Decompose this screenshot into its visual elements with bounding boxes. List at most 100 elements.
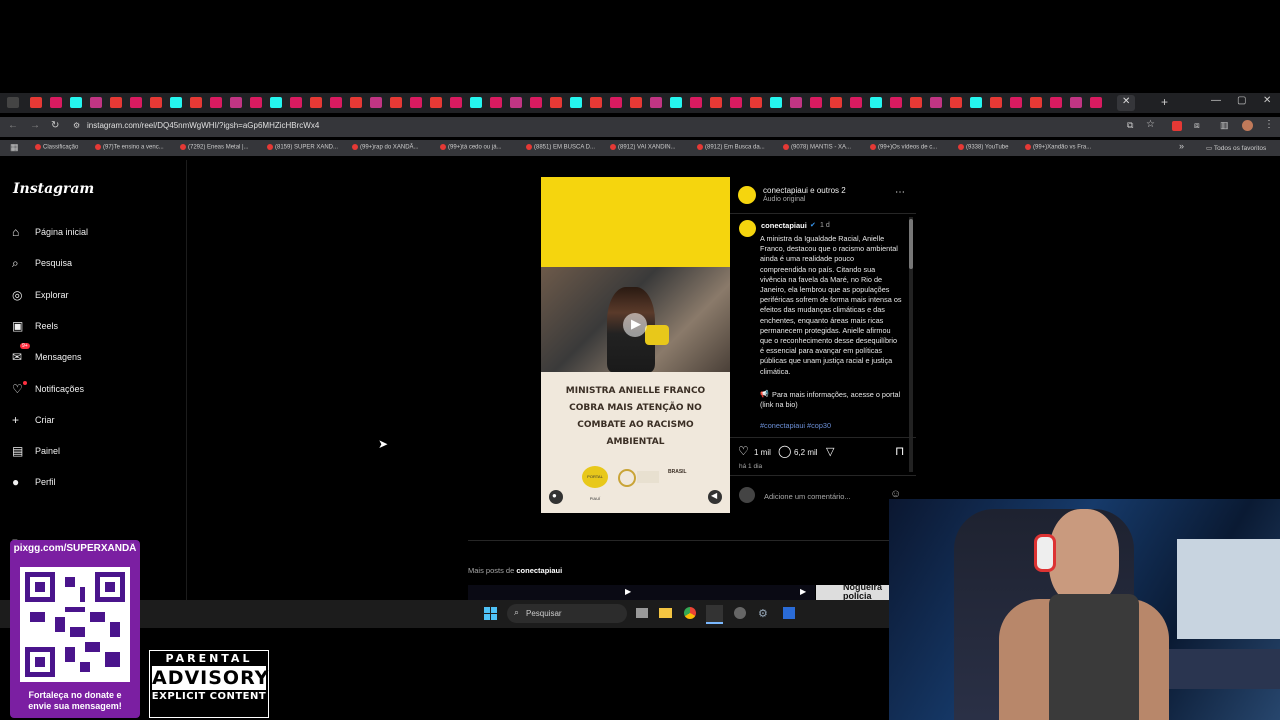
sidebar-item-6[interactable]: ♡ Notificações — [12, 379, 84, 399]
more-posts-user[interactable]: conectapiaui — [516, 566, 562, 575]
sidebar-item-9[interactable]: ● Perfil — [12, 472, 56, 492]
sidebar-item-7[interactable]: + Criar — [12, 410, 55, 430]
tab-21[interactable] — [430, 97, 442, 108]
sidepanel-icon[interactable]: ▥ — [1220, 120, 1229, 131]
bookmark-11[interactable]: (99+)Os vídeos de c... — [870, 144, 937, 151]
tab-8[interactable] — [170, 97, 182, 108]
maximize-icon[interactable]: ▢ — [1237, 95, 1246, 106]
sidebar-item-8[interactable]: ▤ Painel — [12, 441, 60, 461]
url-field[interactable]: instagram.com/reel/DQ45nmWgWHI/?igsh=aGp… — [87, 121, 319, 130]
site-info-icon[interactable]: ⚙ — [73, 121, 80, 130]
settings-gear-icon[interactable]: ⚙ — [758, 607, 768, 620]
tab-12[interactable] — [250, 97, 262, 108]
tab-18[interactable] — [370, 97, 382, 108]
tab-50[interactable] — [1010, 97, 1022, 108]
tab-30[interactable] — [610, 97, 622, 108]
tab-48[interactable] — [970, 97, 982, 108]
tab-7[interactable] — [150, 97, 162, 108]
tab-2[interactable] — [50, 97, 62, 108]
caption-avatar[interactable] — [739, 220, 756, 237]
tab-29[interactable] — [590, 97, 602, 108]
mute-button[interactable]: ◀ — [708, 490, 722, 504]
tab-31[interactable] — [630, 97, 642, 108]
close-tab-icon[interactable]: ✕ — [1122, 96, 1130, 107]
tab-16[interactable] — [330, 97, 342, 108]
tab-36[interactable] — [730, 97, 742, 108]
bookmark-2[interactable]: (97)Te ensino a venc... — [95, 144, 164, 151]
caption-username[interactable]: conectapiaui — [761, 221, 807, 230]
bookmark-8[interactable]: (8912) VAI XANDIN... — [610, 144, 676, 151]
tab-17[interactable] — [350, 97, 362, 108]
tab-44[interactable] — [890, 97, 902, 108]
instagram-logo[interactable]: Instagram — [13, 181, 94, 197]
tab-51[interactable] — [1030, 97, 1042, 108]
minimize-icon[interactable]: — — [1211, 95, 1221, 106]
comment-icon[interactable]: ◯ — [778, 444, 791, 458]
header-audio[interactable]: Áudio original — [763, 196, 805, 203]
sidebar-item-5[interactable]: ✉ Mensagens 9+ — [12, 343, 82, 367]
tab-49[interactable] — [990, 97, 1002, 108]
more-bookmarks-icon[interactable]: » — [1179, 141, 1184, 151]
taskbar-search[interactable]: ⌕ Pesquisar — [507, 604, 627, 623]
sidebar-item-2[interactable]: ⌕ Pesquisa — [12, 253, 72, 273]
more-options-icon[interactable]: ⋯ — [895, 187, 905, 198]
bookmark-9[interactable]: (8912) Em Busca da... — [697, 144, 765, 151]
tab-1[interactable] — [30, 97, 42, 108]
apps-grid-icon[interactable]: ▦ — [10, 142, 19, 153]
app-icon-3[interactable] — [783, 607, 795, 619]
tab-43[interactable] — [870, 97, 882, 108]
comment-input[interactable]: Adicione um comentário... — [764, 492, 851, 501]
tab-11[interactable] — [230, 97, 242, 108]
new-tab-icon[interactable]: + — [1161, 95, 1168, 109]
tab-41[interactable] — [830, 97, 842, 108]
all-bookmarks-folder[interactable]: ▭ Todos os favoritos — [1206, 144, 1266, 152]
tab-45[interactable] — [910, 97, 922, 108]
tab-53[interactable] — [1070, 97, 1082, 108]
tab-15[interactable] — [310, 97, 322, 108]
share-icon[interactable]: ▽ — [826, 445, 834, 458]
windows-start-icon[interactable] — [484, 607, 497, 620]
tab-47[interactable] — [950, 97, 962, 108]
tab-27[interactable] — [550, 97, 562, 108]
bookmark-5[interactable]: (99+)rap do XANDÃ... — [352, 144, 419, 151]
bookmark-star-icon[interactable]: ☆ — [1146, 119, 1155, 130]
tab-52[interactable] — [1050, 97, 1062, 108]
tab-23[interactable] — [470, 97, 482, 108]
tab-14[interactable] — [290, 97, 302, 108]
tab-32[interactable] — [650, 97, 662, 108]
play-button[interactable]: ▶ — [623, 313, 647, 337]
tab-active[interactable]: ✕ — [1117, 95, 1135, 111]
reel-media[interactable]: ▶ MINISTRA ANIELLE FRANCO COBRA MAIS ATE… — [541, 177, 730, 513]
bookmark-4[interactable]: (8159) SUPER XAND... — [267, 144, 338, 151]
tab-54[interactable] — [1090, 97, 1102, 108]
more-post-thumb-2[interactable]: Nogueira policia — [816, 585, 889, 600]
app-icon-2[interactable] — [734, 607, 746, 619]
more-post-thumb-1[interactable]: ▶ ▶ — [468, 585, 815, 600]
bookmark-7[interactable]: (8851) EM BUSCA D... — [526, 144, 595, 151]
tab-3[interactable] — [70, 97, 82, 108]
file-explorer-icon[interactable] — [659, 608, 672, 618]
sidebar-item-3[interactable]: ◎ Explorar — [12, 285, 69, 305]
tab-20[interactable] — [410, 97, 422, 108]
tab-4[interactable] — [90, 97, 102, 108]
tab-13[interactable] — [270, 97, 282, 108]
save-bookmark-icon[interactable]: ⊓ — [895, 444, 904, 458]
sidebar-item-1[interactable]: ⌂ Página inicial — [12, 222, 88, 242]
tab-9[interactable] — [190, 97, 202, 108]
back-icon[interactable]: ← — [8, 120, 18, 131]
like-heart-icon[interactable]: ♡ — [738, 444, 749, 458]
caption-hashtags[interactable]: #conectapiaui #cop30 — [760, 421, 831, 430]
reload-icon[interactable]: ↻ — [51, 120, 59, 131]
tab-39[interactable] — [790, 97, 802, 108]
tab-24[interactable] — [490, 97, 502, 108]
bookmark-10[interactable]: (9078) MANTIS - XA... — [783, 144, 851, 151]
extensions-puzzle-icon[interactable]: ⧈ — [1194, 120, 1200, 131]
tab-42[interactable] — [850, 97, 862, 108]
sidebar-item-4[interactable]: ▣ Reels — [12, 316, 58, 336]
task-view-icon[interactable] — [636, 608, 648, 618]
tagged-user-button[interactable]: ● — [549, 490, 563, 504]
tab-19[interactable] — [390, 97, 402, 108]
author-avatar[interactable] — [738, 186, 756, 204]
bookmark-13[interactable]: (99+)Xandão vs Fra... — [1025, 144, 1091, 151]
tab-25[interactable] — [510, 97, 522, 108]
